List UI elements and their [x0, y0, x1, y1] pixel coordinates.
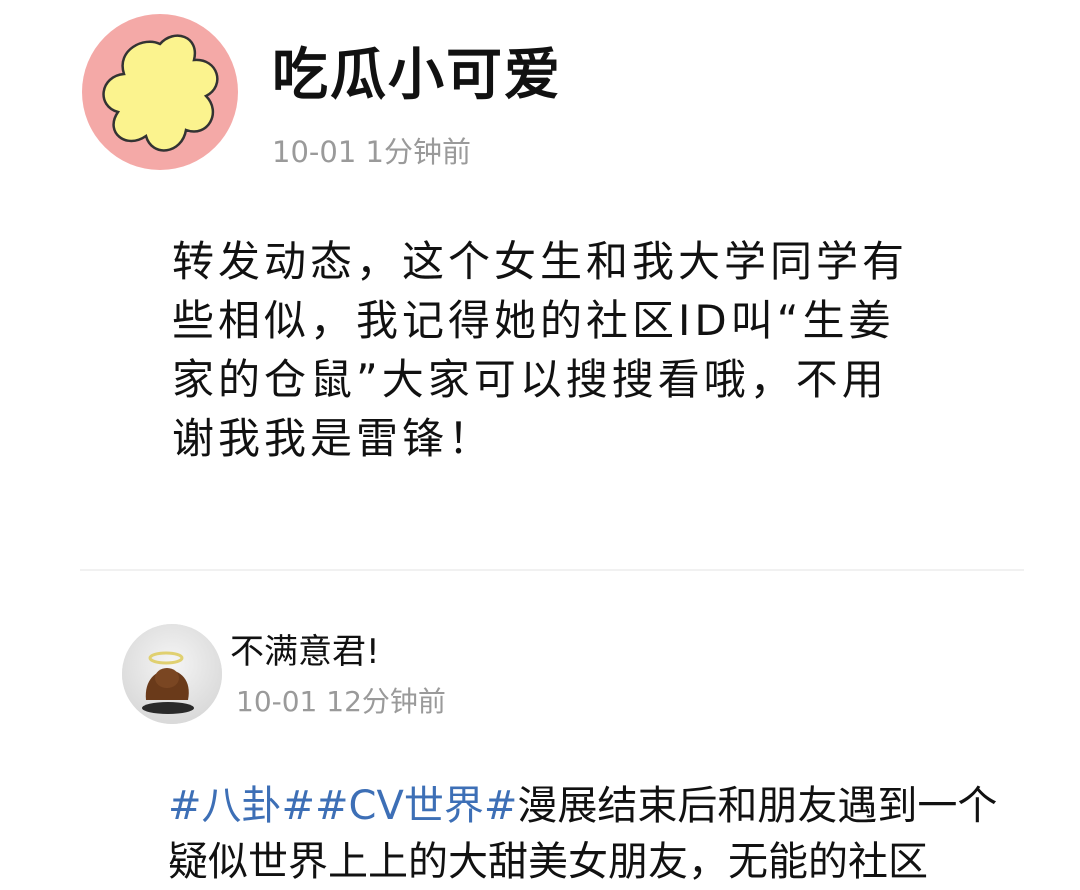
post-relative-time: 12分钟前	[326, 685, 446, 718]
avatar[interactable]	[122, 624, 222, 724]
post-body-line: 转发动态，这个女生和我大学同学有	[172, 237, 909, 286]
post-body-line: 疑似世界上上的大甜美女朋友，无能的社区	[168, 839, 928, 885]
post-timestamp: 10-01 1分钟前	[272, 132, 471, 172]
post-relative-time: 1分钟前	[365, 135, 471, 169]
post-body: #八卦##CV世界#漫展结束后和朋友遇到一个 疑似世界上上的大甜美女朋友，无能的…	[168, 778, 997, 890]
username[interactable]: 不满意君!	[230, 630, 380, 674]
post-body-line: #八卦##CV世界#漫展结束后和朋友遇到一个	[168, 778, 997, 834]
username[interactable]: 吃瓜小可爱	[272, 40, 562, 112]
post-body: 转发动态，这个女生和我大学同学有 些相似，我记得她的社区ID叫“生姜 家的仓鼠”…	[172, 232, 972, 468]
hashtag-link[interactable]: #CV世界#	[315, 783, 517, 829]
divider	[80, 569, 1024, 571]
yellow-flower-icon	[102, 34, 219, 152]
avatar[interactable]	[82, 14, 238, 170]
post-date: 10-01	[236, 685, 318, 718]
post-body-line: 家的仓鼠”大家可以搜搜看哦，不用	[172, 355, 888, 404]
hashtag-link[interactable]: #八卦#	[168, 783, 315, 829]
post-timestamp: 10-01 12分钟前	[236, 682, 446, 722]
post-date: 10-01	[272, 135, 357, 169]
post-body-text: 漫展结束后和朋友遇到一个	[517, 783, 998, 829]
post-body-line: 些相似，我记得她的社区ID叫“生姜	[172, 296, 895, 345]
angel-halo-figure-icon	[122, 624, 222, 724]
post-body-line: 谢我我是雷锋！	[172, 414, 495, 463]
